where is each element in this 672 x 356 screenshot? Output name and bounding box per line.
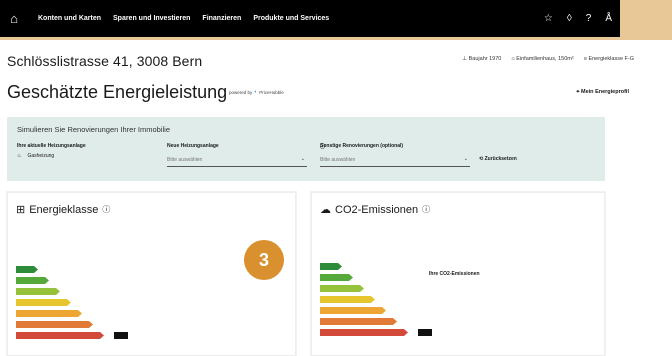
- class-bar: [16, 332, 104, 339]
- rating-marker: [114, 332, 128, 339]
- chevron-down-icon: ⌄: [463, 156, 468, 162]
- step-badge: 3: [244, 240, 284, 280]
- user-icon[interactable]: Å: [605, 13, 612, 24]
- class-bar: [16, 277, 49, 284]
- nav-produkte-und-services[interactable]: Produkte und Services: [253, 15, 329, 22]
- new-heating-label: Neue Heizungsanlage: [167, 143, 219, 149]
- other-renovations-select[interactable]: Bitte auswählen ⌄: [320, 155, 470, 167]
- powered-by: powered by ◐ PriceHubble: [229, 89, 284, 95]
- co2-heading: Ihre CO2-Emissionen: [429, 271, 480, 277]
- class-bar: [320, 285, 364, 292]
- reset-button[interactable]: ⟲ Zurücksetzen: [479, 156, 517, 162]
- class-bar: [16, 321, 93, 328]
- class-bar: [16, 299, 71, 306]
- class-bar: [320, 263, 342, 270]
- energy-icon: ⊞: [16, 204, 26, 216]
- chevron-down-icon: ⌄: [300, 156, 305, 162]
- nav-konten-und-karten[interactable]: Konten und Karten: [38, 15, 101, 22]
- cloud-icon: ☁: [320, 204, 331, 216]
- co2-emissions-card: ☁ CO2-Emissionen ⓘ Ihre CO2-Emissionen: [311, 192, 605, 356]
- building-type: ⌂ Einfamilienhaus, 150m²: [511, 56, 574, 62]
- shield-icon[interactable]: ◊: [567, 13, 572, 24]
- help-icon[interactable]: ?: [586, 13, 592, 24]
- main-navigation: ⌂ Konten und Karten Sparen und Investier…: [0, 0, 620, 37]
- class-bar: [16, 310, 82, 317]
- info-icon[interactable]: ⓘ: [102, 204, 110, 215]
- star-icon[interactable]: ☆: [544, 13, 553, 24]
- current-heating: ♨ Gasheizung: [17, 153, 55, 159]
- page-title: Geschätzte Energieleistung: [7, 82, 228, 102]
- simulation-panel: Simulieren Sie Renovierungen Ihrer Immob…: [7, 117, 605, 181]
- property-address: Schlösslistrasse 41, 3008 Bern: [7, 53, 203, 69]
- current-heating-label: Ihre aktuelle Heizungsanlage: [17, 143, 86, 149]
- energy-card-title: ⊞ Energieklasse ⓘ: [16, 203, 111, 217]
- new-heating-select[interactable]: Bitte auswählen ⌄: [167, 155, 307, 167]
- class-bar: [16, 266, 38, 273]
- class-bar: [320, 318, 397, 325]
- other-renovations-label: Sonstige Renovierungen (optional) ⓘ: [320, 143, 404, 150]
- simulation-title: Simulieren Sie Renovierungen Ihrer Immob…: [17, 125, 170, 134]
- nav-finanzieren[interactable]: Finanzieren: [202, 15, 241, 22]
- class-bar: [320, 274, 353, 281]
- class-bar: [320, 307, 386, 314]
- class-bar: [16, 288, 60, 295]
- nav-sparen-und-investieren[interactable]: Sparen und Investieren: [113, 15, 190, 22]
- gas-heating-icon: ♨: [17, 153, 22, 159]
- energy-class: ≡ Energieklasse F-G: [583, 56, 634, 62]
- pricehubble-logo: ◐: [254, 89, 258, 95]
- energy-profile-link[interactable]: ⌖ Mein Energieprofil: [576, 89, 629, 96]
- info-icon[interactable]: ⓘ: [422, 204, 430, 215]
- property-meta: ⊥ Baujahr 1970 ⌂ Einfamilienhaus, 150m² …: [462, 56, 634, 62]
- home-icon[interactable]: ⌂: [2, 11, 26, 26]
- class-bar: [320, 329, 408, 336]
- right-edge: [655, 40, 672, 356]
- nav-icons: ☆ ◊ ? Å: [544, 13, 620, 24]
- co2-card-title: ☁ CO2-Emissionen ⓘ: [320, 203, 431, 217]
- class-bar: [320, 296, 375, 303]
- rating-marker: [418, 329, 432, 336]
- build-year: ⊥ Baujahr 1970: [462, 56, 502, 62]
